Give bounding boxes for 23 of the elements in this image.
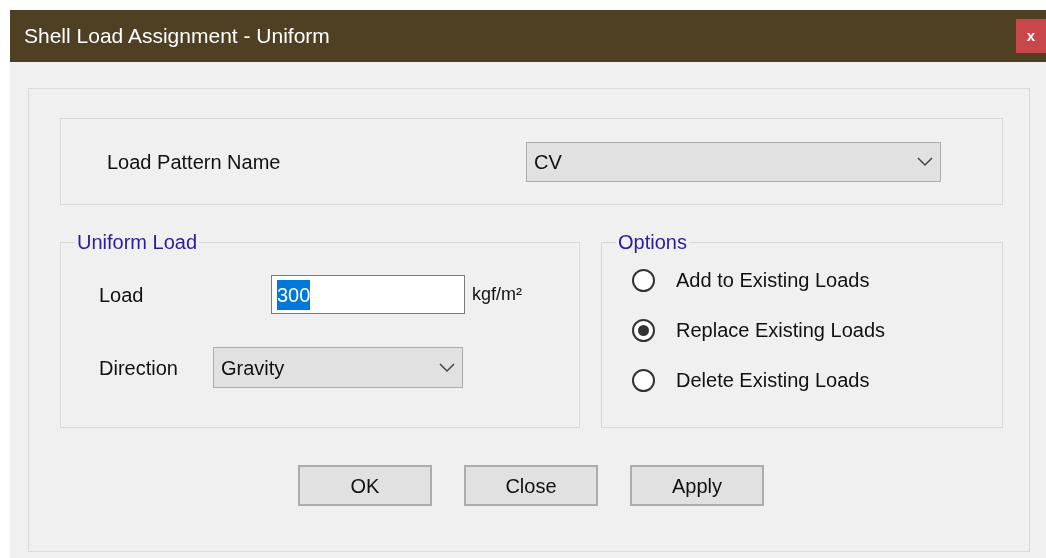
window-title: Shell Load Assignment - Uniform [23,23,330,50]
chevron-down-icon [439,362,455,373]
load-input[interactable]: 300 [271,275,465,314]
load-pattern-label: Load Pattern Name [107,149,282,175]
unit-label: kgf/m² [472,283,522,306]
dialog-button[interactable]: Apply [630,465,764,506]
radio-button[interactable] [632,268,655,292]
direction-label: Direction [99,355,179,381]
radio-label: Replace Existing Loads [676,318,885,343]
group-title: Uniform Load [76,230,199,255]
radio-button[interactable] [632,368,655,392]
direction-dropdown[interactable]: Gravity [213,347,463,388]
chevron-down-icon [917,156,933,167]
radio-label: Delete Existing Loads [676,368,870,393]
dialog-button[interactable]: Close [464,465,598,506]
load-label: Load [99,282,145,308]
load-pattern-dropdown[interactable]: CV [526,141,941,182]
radio-button[interactable] [632,318,655,342]
radio-label: Add to Existing Loads [676,268,870,293]
load-value: 300 [277,279,311,310]
window-close-button[interactable]: x [1016,19,1046,53]
group-title: Options [617,230,688,255]
dialog-button[interactable]: OK [298,465,432,506]
